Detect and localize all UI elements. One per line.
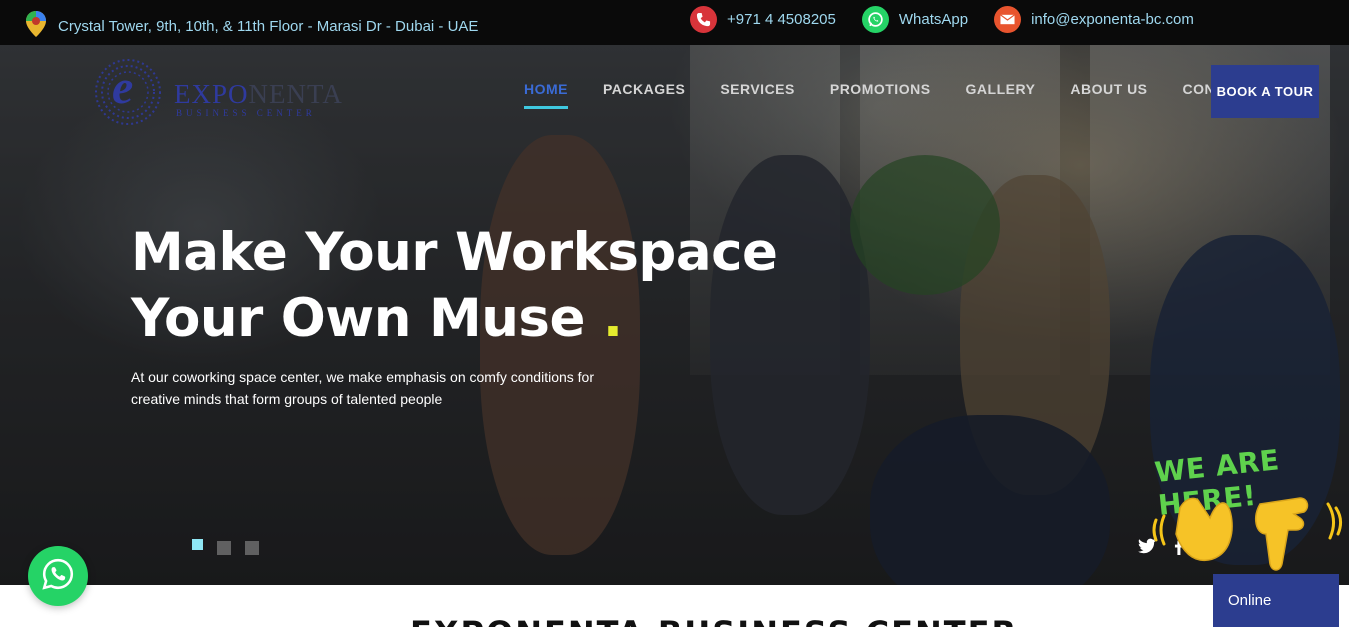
nav-item-promotions[interactable]: PROMOTIONS	[830, 81, 931, 105]
address-text: Crystal Tower, 9th, 10th, & 11th Floor -…	[58, 17, 479, 35]
online-chat-button[interactable]: Online	[1213, 574, 1339, 627]
logo-wordmark: EXPONENTA	[174, 79, 343, 110]
slider-dots	[192, 539, 259, 555]
online-chat-label: Online	[1228, 592, 1272, 609]
logo-wordmark-part2: NENTA	[248, 79, 343, 109]
hero-heading: Make Your Workspace Your Own Muse .	[131, 220, 778, 352]
envelope-icon	[994, 6, 1022, 33]
phone-link[interactable]: +971 4 4508205	[690, 6, 836, 33]
nav-item-about-us[interactable]: ABOUT US	[1070, 81, 1147, 105]
whatsapp-icon	[861, 6, 889, 33]
address-block: Crystal Tower, 9th, 10th, & 11th Floor -…	[26, 11, 478, 41]
nav-item-services[interactable]: SERVICES	[720, 81, 795, 105]
hero-heading-line2: Your Own Muse	[131, 288, 585, 349]
nav-item-home[interactable]: HOME	[524, 81, 568, 109]
nav-item-gallery[interactable]: GALLERY	[966, 81, 1036, 105]
hero-subtext: At our coworking space center, we make e…	[131, 369, 594, 407]
nav-item-packages[interactable]: PACKAGES	[603, 81, 685, 105]
waving-hands-icon	[1150, 478, 1349, 578]
map-pin-icon	[26, 11, 46, 41]
book-a-tour-button[interactable]: BOOK A TOUR	[1211, 65, 1319, 118]
site-logo[interactable]: e EXPONENTA BUSINESS CENTER	[88, 50, 348, 135]
whatsapp-icon	[41, 557, 75, 596]
hero-heading-line2-wrap: Your Own Muse .	[131, 286, 777, 352]
email-link[interactable]: info@exponenta-bc.com	[994, 6, 1194, 33]
phone-text: +971 4 4508205	[727, 11, 836, 28]
hero-heading-line1: Make Your Workspace	[131, 222, 778, 283]
logo-letter: e	[112, 61, 134, 114]
floating-whatsapp-button[interactable]	[28, 546, 88, 606]
slider-dot-2[interactable]	[217, 541, 231, 555]
top-bar: Crystal Tower, 9th, 10th, & 11th Floor -…	[0, 0, 1349, 45]
contact-block: +971 4 4508205 WhatsApp info@exponenta-b…	[690, 6, 1220, 33]
slider-dot-3[interactable]	[245, 541, 259, 555]
whatsapp-text: WhatsApp	[898, 11, 969, 28]
phone-icon	[690, 6, 717, 33]
whatsapp-link[interactable]: WhatsApp	[861, 6, 969, 33]
logo-wordmark-part1: EXPO	[174, 79, 249, 109]
hero-accent-dot: .	[602, 288, 623, 349]
logo-subtitle: BUSINESS CENTER	[176, 108, 316, 118]
slider-dot-1[interactable]	[192, 539, 203, 550]
section-title: EXPONENTA BUSINESS CENTER	[410, 614, 1018, 627]
email-text: info@exponenta-bc.com	[1031, 11, 1194, 28]
main-nav: HOME PACKAGES SERVICES PROMOTIONS GALLER…	[524, 81, 1313, 109]
